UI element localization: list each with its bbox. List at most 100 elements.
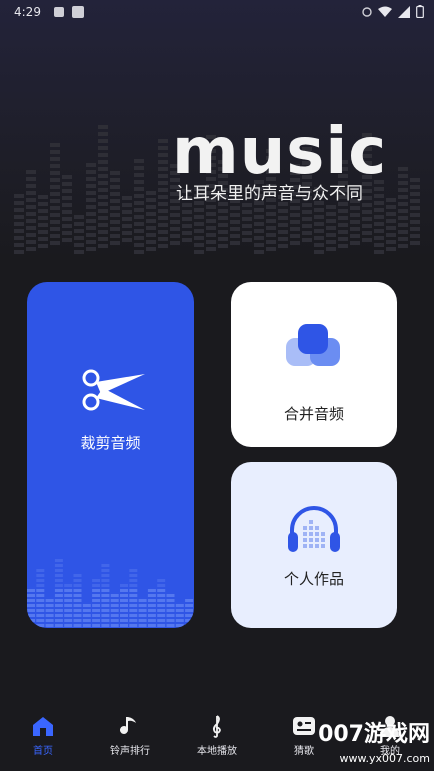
- eq-segment: [266, 219, 276, 223]
- eq-segment: [14, 243, 24, 247]
- equalizer-decoration: [27, 559, 194, 627]
- cut-audio-card[interactable]: 裁剪音频: [27, 282, 194, 628]
- eq-segment: [36, 579, 45, 582]
- eq-segment: [50, 150, 60, 154]
- eq-segment: [101, 574, 110, 577]
- eq-segment: [110, 609, 119, 612]
- eq-segment: [92, 614, 101, 617]
- eq-segment: [206, 240, 216, 244]
- eq-segment: [350, 227, 360, 231]
- eq-segment: [26, 233, 36, 237]
- eq-segment: [50, 213, 60, 217]
- eq-segment: [166, 604, 175, 607]
- eq-segment: [326, 233, 336, 237]
- eq-segment: [110, 178, 120, 182]
- eq-segment: [410, 178, 420, 182]
- eq-segment: [254, 243, 264, 247]
- eq-segment: [64, 599, 73, 602]
- eq-segment: [158, 188, 168, 192]
- eq-segment: [194, 243, 204, 247]
- eq-segment: [398, 237, 408, 241]
- eq-segment: [26, 170, 36, 174]
- eq-segment: [158, 202, 168, 206]
- eq-segment: [278, 244, 288, 248]
- eq-segment: [129, 609, 138, 612]
- eq-segment: [290, 241, 300, 245]
- eq-segment: [122, 217, 132, 221]
- eq-segment: [86, 191, 96, 195]
- eq-segment: [98, 132, 108, 136]
- eq-segment: [158, 216, 168, 220]
- eq-segment: [302, 231, 312, 235]
- eq-segment: [182, 210, 192, 214]
- eq-segment: [157, 624, 166, 627]
- merge-audio-card[interactable]: 合并音频: [231, 282, 397, 447]
- eq-segment: [410, 199, 420, 203]
- eq-segment: [362, 238, 372, 242]
- watermark: 007游戏网 www.yx007.com: [318, 724, 430, 770]
- eq-segment: [120, 599, 128, 602]
- eq-segment: [92, 624, 101, 627]
- eq-segment: [73, 579, 82, 582]
- eq-segment: [166, 594, 175, 597]
- eq-segment: [194, 222, 204, 226]
- eq-segment: [278, 237, 288, 241]
- eq-segment: [50, 192, 60, 196]
- eq-segment: [302, 210, 312, 214]
- eq-segment: [98, 223, 108, 227]
- eq-segment: [101, 604, 110, 607]
- eq-segment: [73, 599, 82, 602]
- eq-segment: [254, 222, 264, 226]
- eq-segment: [230, 220, 240, 224]
- eq-segment: [110, 614, 119, 617]
- eq-segment: [374, 208, 384, 212]
- eq-segment: [36, 589, 45, 592]
- eq-segment: [398, 174, 408, 178]
- eq-segment: [50, 185, 60, 189]
- eq-segment: [185, 609, 194, 612]
- eq-segment: [36, 569, 45, 572]
- eq-segment: [92, 599, 101, 602]
- eq-segment: [129, 599, 138, 602]
- eq-segment: [110, 624, 119, 627]
- eq-segment: [62, 231, 72, 235]
- eq-segment: [326, 212, 336, 216]
- eq-segment: [45, 609, 54, 612]
- personal-works-card[interactable]: 个人作品: [231, 462, 397, 628]
- eq-segment: [98, 230, 108, 234]
- eq-segment: [62, 217, 72, 221]
- eq-segment: [242, 231, 252, 235]
- eq-segment: [182, 217, 192, 221]
- eq-segment: [92, 609, 101, 612]
- eq-segment: [138, 619, 147, 622]
- eq-segment: [206, 233, 216, 237]
- notification-icon: [72, 6, 84, 18]
- eq-segment: [158, 160, 168, 164]
- eq-segment: [185, 604, 194, 607]
- eq-segment: [157, 604, 166, 607]
- eq-segment: [362, 203, 372, 207]
- eq-segment: [362, 196, 372, 200]
- eq-segment: [101, 599, 110, 602]
- eq-segment: [147, 614, 156, 617]
- merge-audio-label: 合并音频: [283, 405, 344, 423]
- eq-segment: [185, 624, 194, 627]
- eq-segment: [147, 599, 156, 602]
- eq-segment: [26, 184, 36, 188]
- eq-segment: [138, 624, 147, 627]
- eq-segment: [98, 216, 108, 220]
- eq-segment: [158, 209, 168, 213]
- eq-segment: [158, 167, 168, 171]
- nav-item-home[interactable]: 首页: [3, 714, 83, 757]
- nav-item-local-play[interactable]: 本地播放: [177, 714, 257, 757]
- eq-segment: [120, 609, 128, 612]
- eq-segment: [74, 243, 84, 247]
- nav-item-ringtone-ranking[interactable]: 铃声排行: [90, 714, 170, 757]
- eq-segment: [254, 229, 264, 233]
- eq-segment: [158, 146, 168, 150]
- eq-segment: [62, 196, 72, 200]
- eq-segment: [350, 220, 360, 224]
- personal-works-label: 个人作品: [283, 570, 344, 588]
- eq-segment: [218, 237, 228, 241]
- eq-segment: [170, 213, 180, 217]
